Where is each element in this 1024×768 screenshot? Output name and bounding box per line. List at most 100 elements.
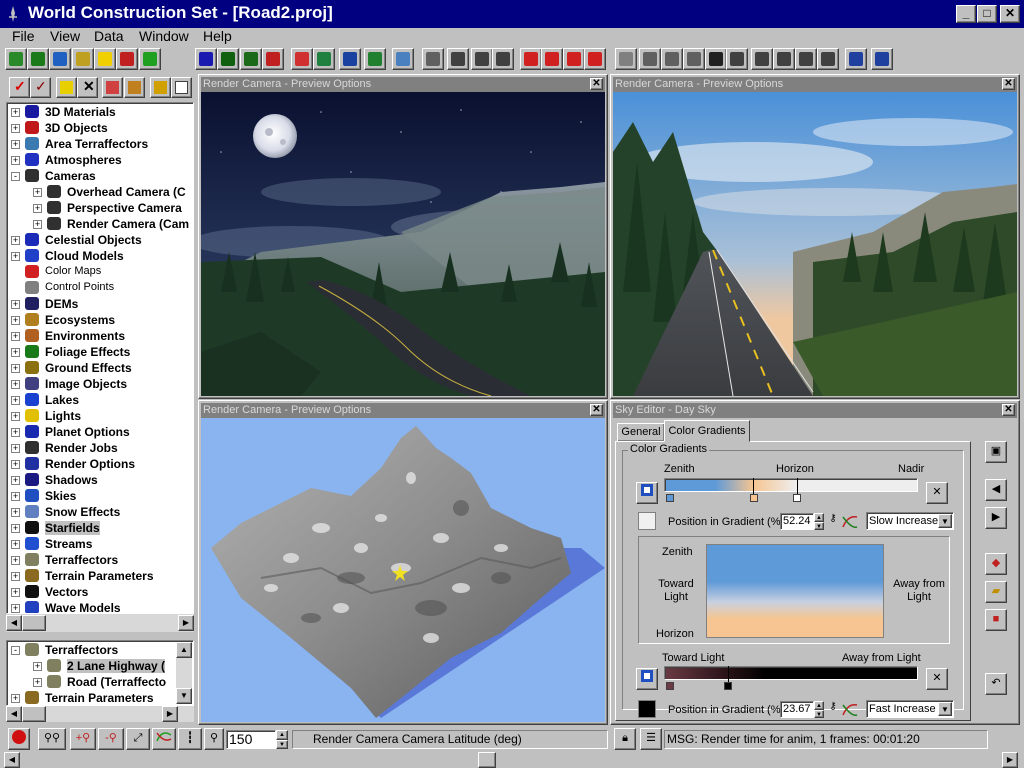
point-add-button[interactable] [639,48,661,70]
expand-icon[interactable]: + [11,428,20,437]
scroll-left-icon[interactable]: ◀ [4,752,20,768]
tree-item[interactable]: + Perspective Camera [7,200,193,216]
graph-button[interactable] [152,728,176,750]
curve-icon[interactable] [842,701,858,718]
expand-icon[interactable]: + [11,444,20,453]
close-view-button[interactable]: ✕ [590,404,603,416]
tree-item[interactable]: Color Maps [7,264,193,280]
tree-item[interactable]: + Ground Effects [7,360,193,376]
tree-item[interactable]: + Ecosystems [7,312,193,328]
stop-button[interactable] [8,728,30,750]
expand-icon[interactable]: + [11,604,20,613]
expand-icon[interactable]: + [11,694,20,703]
tree-item[interactable]: + Cloud Models [7,248,193,264]
expand-icon[interactable]: + [11,140,20,149]
previous-button[interactable]: ◀ [985,479,1007,501]
y-axis-button[interactable] [541,48,563,70]
gradient-markers-2[interactable] [666,666,918,690]
close-view-button[interactable]: ✕ [1002,78,1015,90]
scroll-right-icon[interactable]: ▶ [162,706,178,722]
menu-window[interactable]: Window [139,28,189,44]
snap-button[interactable] [751,48,773,70]
timeline-button[interactable]: ┇ [178,728,202,750]
delete-button[interactable]: ✕ [77,77,98,98]
collapse-icon[interactable]: - [11,172,20,181]
camera-view-button[interactable] [262,48,284,70]
expand-icon[interactable]: + [11,572,20,581]
scroll-thumb[interactable] [22,615,46,631]
tree-item[interactable]: + Lakes [7,392,193,408]
sky-gradient-bar[interactable] [664,478,918,492]
expand-icon[interactable]: + [11,476,20,485]
tree-button[interactable] [27,48,49,70]
key-icon[interactable]: ⚷ [826,701,840,718]
menu-file[interactable]: File [12,28,35,44]
remove-key-button[interactable]: -⚲ [98,728,124,750]
key-button[interactable] [795,48,817,70]
frame-key-button[interactable]: ⚲ [204,728,224,750]
menu-help[interactable]: Help [203,28,232,44]
close-view-button[interactable]: ✕ [590,78,603,90]
expand-icon[interactable]: + [11,380,20,389]
gradient-stop[interactable] [666,682,674,690]
close-editor-button[interactable]: ✕ [1002,404,1015,416]
load-button[interactable] [124,77,145,98]
new-project-button[interactable] [5,48,27,70]
expand-icon[interactable]: + [11,540,20,549]
wand-button[interactable] [139,48,161,70]
point-edit-button[interactable] [683,48,705,70]
tab-color-gradients[interactable]: Color Gradients [664,420,750,442]
help-button[interactable] [195,48,217,70]
scroll-down-icon[interactable]: ▼ [176,688,192,704]
tree-item[interactable]: + Terrain Parameters [7,690,193,705]
tree-item[interactable]: + Render Options [7,456,193,472]
tree-item[interactable]: + Environments [7,328,193,344]
path-button[interactable] [422,48,444,70]
tree-item[interactable]: + Lights [7,408,193,424]
expand-icon[interactable]: + [11,524,20,533]
add-button[interactable] [56,77,77,98]
next-button[interactable]: ▶ [985,507,1007,529]
scale-keys-button[interactable]: ⤢ [126,728,150,750]
tree-item[interactable]: + Vectors [7,584,193,600]
remove-stop-button[interactable]: ✕ [926,482,948,504]
gradient-stop-selected[interactable] [793,494,801,502]
point-delete-button[interactable] [705,48,727,70]
expand-icon[interactable]: + [33,662,42,671]
gradient1-mode-select[interactable]: Slow Increase ▼ [866,512,954,530]
tree-item[interactable]: + Celestial Objects [7,232,193,248]
expand-icon[interactable]: + [11,316,20,325]
menu-view[interactable]: View [50,28,80,44]
expand-icon[interactable]: + [11,396,20,405]
tree-item[interactable]: + Terraffectors [7,552,193,568]
expand-icon[interactable]: + [11,236,20,245]
tree-item[interactable]: + Starfields [7,520,193,536]
rotate-button[interactable] [471,48,493,70]
tree-item[interactable]: + Streams [7,536,193,552]
expand-icon[interactable]: + [11,364,20,373]
z-axis-button[interactable] [563,48,585,70]
frame-number-input[interactable]: 150 [226,730,276,749]
gradient-stop-selected[interactable] [724,682,732,690]
terrain-button[interactable] [49,48,71,70]
point-move-button[interactable] [661,48,683,70]
tree-item[interactable]: + Snow Effects [7,504,193,520]
new-component-button[interactable]: ◆ [985,553,1007,575]
scroll-left-icon[interactable]: ◀ [6,706,22,722]
scroll-thumb[interactable] [478,752,496,768]
tree-item[interactable]: Control Points [7,280,193,296]
gradient2-mode-select[interactable]: Fast Increase ▼ [866,700,954,718]
points-button[interactable] [615,48,637,70]
tree-item[interactable]: + Render Camera (Cam [7,216,193,232]
vertex-button[interactable] [817,48,839,70]
scroll-left-icon[interactable]: ◀ [6,615,22,631]
expand-icon[interactable]: + [11,460,20,469]
position-spinner[interactable]: ▲ ▼ [814,513,824,530]
open-button[interactable]: ▰ [985,581,1007,603]
tree-item[interactable]: + Skies [7,488,193,504]
expand-icon[interactable]: + [11,588,20,597]
check-view-button[interactable] [217,48,239,70]
undo-button[interactable]: ↶ [985,673,1007,695]
render-button[interactable] [845,48,867,70]
expand-icon[interactable]: + [33,678,42,687]
